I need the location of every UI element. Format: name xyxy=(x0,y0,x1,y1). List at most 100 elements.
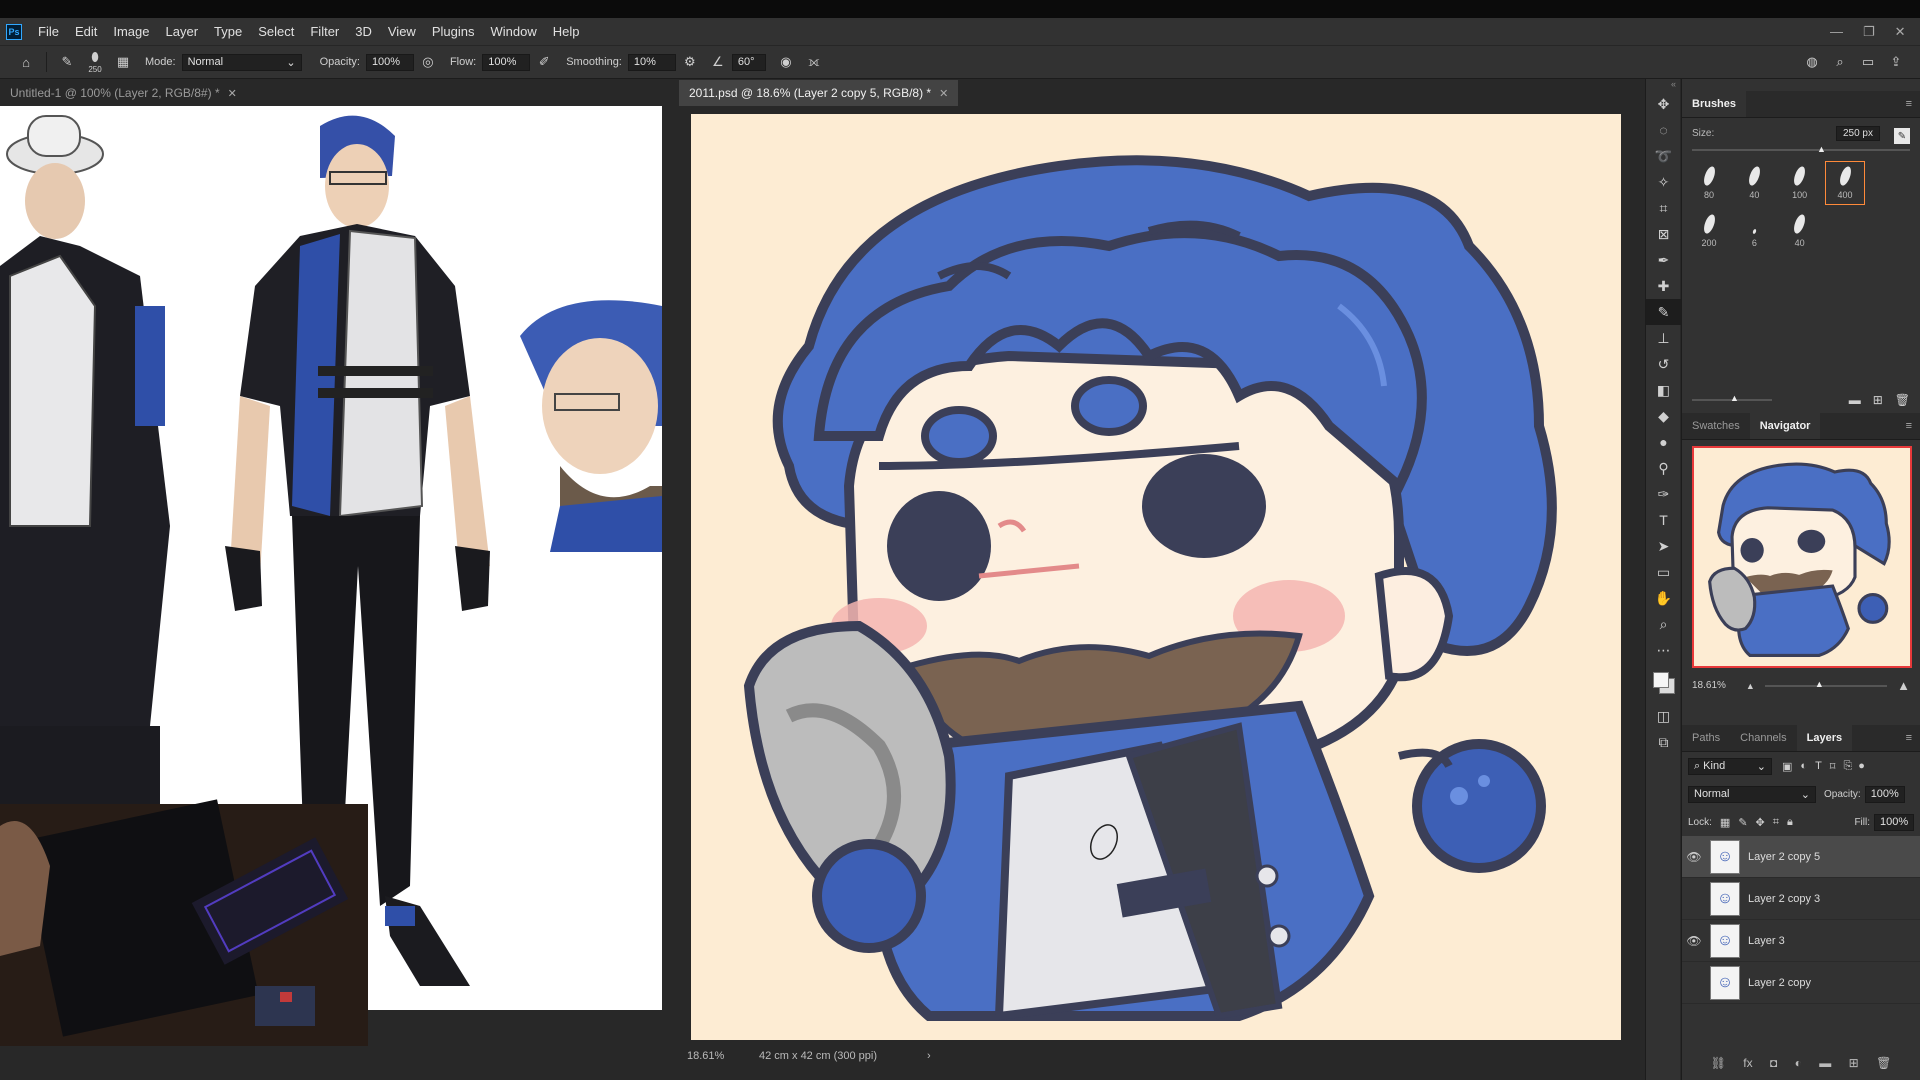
zoom-in-icon[interactable]: ▲ xyxy=(1897,678,1910,693)
slider-thumb-icon[interactable]: ▲ xyxy=(1730,393,1739,403)
size-slider[interactable]: ▲ xyxy=(1692,144,1910,154)
zoom-out-icon[interactable]: ▲ xyxy=(1746,681,1755,691)
hand-tool-icon[interactable]: ✋ xyxy=(1646,585,1681,611)
brush-size-picker[interactable]: ⬮ 250 xyxy=(85,47,105,77)
brush-preset[interactable]: 80 xyxy=(1689,161,1729,205)
layer-row[interactable]: ☺ Layer 2 copy 3 xyxy=(1682,878,1920,920)
brush-settings-icon[interactable]: ▦ xyxy=(113,52,133,72)
opacity-field[interactable]: 100% xyxy=(365,53,414,71)
menu-plugins[interactable]: Plugins xyxy=(424,24,483,39)
filter-toggle-icon[interactable]: ● xyxy=(1858,760,1865,772)
zoom-tool-icon[interactable]: ⌕ xyxy=(1646,611,1681,637)
blur-tool-icon[interactable]: ● xyxy=(1646,429,1681,455)
frame-tool-icon[interactable]: ⊠ xyxy=(1646,221,1681,247)
tab-brushes[interactable]: Brushes xyxy=(1682,91,1747,117)
menu-layer[interactable]: Layer xyxy=(158,24,207,39)
type-filter-icon[interactable]: T xyxy=(1815,760,1822,772)
brush-preset[interactable]: 6 xyxy=(1734,217,1774,261)
tab-right-document[interactable]: 2011.psd @ 18.6% (Layer 2 copy 5, RGB/8)… xyxy=(679,80,959,106)
menu-file[interactable]: File xyxy=(30,24,67,39)
tab-channels[interactable]: Channels xyxy=(1730,725,1796,751)
home-icon[interactable]: ⌂ xyxy=(16,52,36,72)
lock-artboard-icon[interactable]: ⌗ xyxy=(1773,816,1779,829)
menu-select[interactable]: Select xyxy=(250,24,302,39)
move-tool-icon[interactable]: ✥ xyxy=(1646,91,1681,117)
blend-mode-select[interactable]: Normal ⌄ xyxy=(1688,785,1816,803)
eraser-tool-icon[interactable]: ◧ xyxy=(1646,377,1681,403)
brush-preset[interactable]: 100 xyxy=(1780,161,1820,205)
menu-window[interactable]: Window xyxy=(482,24,544,39)
panel-menu-icon[interactable]: ≡ xyxy=(1906,98,1912,110)
eyedropper-tool-icon[interactable]: ✒ xyxy=(1646,247,1681,273)
angle-field[interactable]: 60° xyxy=(731,53,766,71)
rectangle-tool-icon[interactable]: ▭ xyxy=(1646,559,1681,585)
airbrush-icon[interactable]: ✐ xyxy=(534,52,554,72)
kind-filter-select[interactable]: ⌕ Kind ⌄ xyxy=(1688,757,1772,775)
brush-preset[interactable]: 200 xyxy=(1689,209,1729,253)
eye-icon[interactable]: 👁︎ xyxy=(1682,850,1706,864)
menu-image[interactable]: Image xyxy=(105,24,157,39)
lock-transparent-icon[interactable]: ▦ xyxy=(1720,816,1730,829)
pressure-size-icon[interactable]: ◉ xyxy=(776,52,796,72)
paint-bucket-tool-icon[interactable]: ◆ xyxy=(1646,403,1681,429)
gear-icon[interactable]: ⚙ xyxy=(680,52,700,72)
navigator-zoom-slider[interactable]: ▲ xyxy=(1764,679,1888,689)
type-tool-icon[interactable]: T xyxy=(1646,507,1681,533)
navigator-zoom-value[interactable]: 18.61% xyxy=(1692,680,1726,691)
collapse-icon[interactable]: « xyxy=(1646,79,1680,91)
lock-pixels-icon[interactable]: ✎ xyxy=(1738,816,1747,829)
chevron-right-icon[interactable]: › xyxy=(927,1050,931,1062)
new-layer-icon[interactable]: ⊞ xyxy=(1849,1056,1859,1070)
minimize-button[interactable]: — xyxy=(1830,24,1843,39)
smoothing-field[interactable]: 10% xyxy=(627,53,676,71)
brush-preset-selected[interactable]: 400 xyxy=(1825,161,1866,205)
fill-field[interactable]: 100% xyxy=(1874,813,1914,831)
menu-help[interactable]: Help xyxy=(545,24,588,39)
tab-paths[interactable]: Paths xyxy=(1682,725,1730,751)
zoom-readout[interactable]: 18.61% xyxy=(687,1050,747,1062)
trash-icon[interactable]: 🗑 xyxy=(1895,393,1910,407)
menu-filter[interactable]: Filter xyxy=(302,24,347,39)
tab-left-document[interactable]: Untitled-1 @ 100% (Layer 2, RGB/8#) * ✕ xyxy=(0,80,247,106)
lock-all-icon[interactable]: 🔒︎ xyxy=(1787,816,1793,829)
layer-style-icon[interactable]: fx xyxy=(1743,1056,1752,1070)
magic-wand-tool-icon[interactable]: ✧ xyxy=(1646,169,1681,195)
pen-tool-icon[interactable]: ✑ xyxy=(1646,481,1681,507)
history-brush-tool-icon[interactable]: ↺ xyxy=(1646,351,1681,377)
color-swatches-icon[interactable] xyxy=(1646,663,1681,703)
quick-mask-icon[interactable]: ◫ xyxy=(1646,703,1681,729)
slider-thumb-icon[interactable]: ▲ xyxy=(1817,144,1826,154)
panel-menu-icon[interactable]: ≡ xyxy=(1906,420,1912,432)
brush-preset[interactable]: 40 xyxy=(1734,161,1774,205)
brush-preset[interactable]: 40 xyxy=(1780,209,1820,253)
slider-thumb-icon[interactable]: ▲ xyxy=(1815,679,1824,689)
crop-tool-icon[interactable]: ⌗ xyxy=(1646,195,1681,221)
lasso-tool-icon[interactable]: ➰ xyxy=(1646,143,1681,169)
marquee-tool-icon[interactable]: ◌ xyxy=(1646,117,1681,143)
close-icon[interactable]: ✕ xyxy=(228,87,237,100)
layer-opacity-field[interactable]: 100% xyxy=(1864,785,1905,803)
navigator-preview[interactable] xyxy=(1692,446,1912,668)
healing-brush-tool-icon[interactable]: ✚ xyxy=(1646,273,1681,299)
adjustment-filter-icon[interactable]: ◐ xyxy=(1800,760,1807,772)
main-canvas[interactable] xyxy=(679,106,1645,1046)
screen-mode-icon[interactable]: ⧉ xyxy=(1646,729,1681,755)
brush-settings-icon[interactable]: ✎ xyxy=(1894,128,1910,144)
tab-swatches[interactable]: Swatches xyxy=(1682,413,1750,439)
new-brush-icon[interactable]: ⊞ xyxy=(1873,393,1883,407)
layer-row[interactable]: 👁︎ ☺ Layer 2 copy 5 xyxy=(1682,836,1920,878)
lock-position-icon[interactable]: ✥ xyxy=(1756,816,1765,829)
brush-tool-icon[interactable]: ✎ xyxy=(1646,299,1681,325)
link-layers-icon[interactable]: ⛓︎ xyxy=(1711,1056,1726,1070)
menu-3d[interactable]: 3D xyxy=(347,24,380,39)
layer-mask-icon[interactable]: ◘ xyxy=(1770,1056,1777,1070)
dodge-tool-icon[interactable]: ⚲ xyxy=(1646,455,1681,481)
workspace-icon[interactable]: ▭ xyxy=(1858,52,1878,72)
pixel-filter-icon[interactable]: ▣ xyxy=(1782,760,1792,773)
tab-layers[interactable]: Layers xyxy=(1796,725,1853,751)
clone-stamp-tool-icon[interactable]: ⊥ xyxy=(1646,325,1681,351)
panel-menu-icon[interactable]: ≡ xyxy=(1906,732,1912,744)
adjustment-layer-icon[interactable]: ◐ xyxy=(1795,1056,1802,1070)
more-tools-icon[interactable]: ⋯ xyxy=(1646,637,1681,663)
tab-navigator[interactable]: Navigator xyxy=(1749,413,1821,439)
